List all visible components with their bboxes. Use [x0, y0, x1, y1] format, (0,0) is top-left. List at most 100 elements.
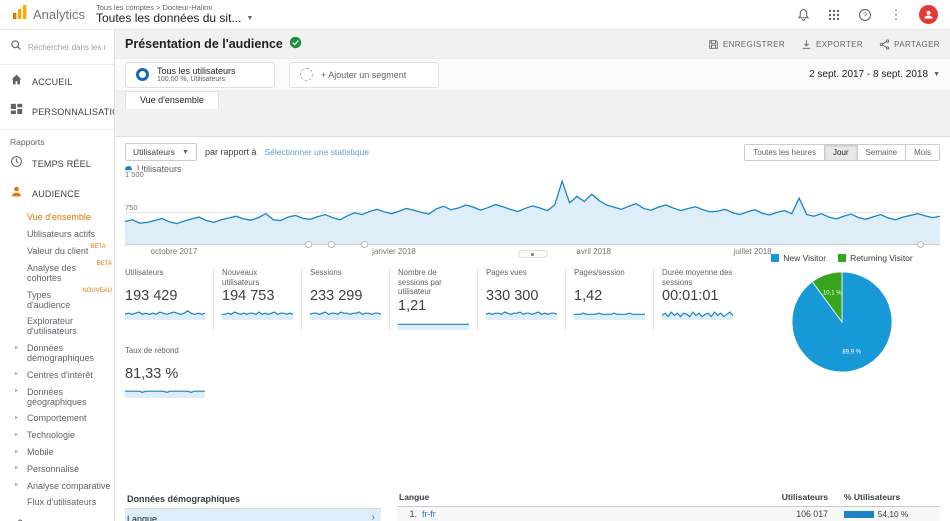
select-metric-link[interactable]: Sélectionner une statistique [265, 147, 369, 157]
segment-all-users[interactable]: Tous les utilisateurs 100,00 %, Utilisat… [125, 62, 275, 88]
verified-check-icon [289, 36, 302, 52]
sidebar-subitem[interactable]: Types d'audience NOUVEAU [27, 286, 114, 313]
more-vert-icon[interactable]: ⋮ [888, 7, 904, 23]
search-input[interactable] [28, 43, 106, 52]
metric-sparkline [125, 307, 205, 320]
col-header-language[interactable]: Langue [397, 492, 756, 502]
x-axis-label: octobre 2017 [151, 247, 198, 256]
metric-card[interactable]: Pages/session 1,42 [565, 268, 653, 330]
metric-card[interactable]: Pages vues 330 300 [477, 268, 565, 330]
sidebar-subitem[interactable]: ▸ Analyse comparative [27, 477, 114, 494]
visitor-pie-chart[interactable]: 89,9 %10,1 % [790, 270, 894, 374]
language-link[interactable]: fr-fr [422, 509, 756, 519]
pie-legend: New Visitor Returning Visitor [742, 253, 942, 263]
customization-icon [10, 103, 23, 121]
sidebar-subitem[interactable]: ▸ Mobile [27, 444, 114, 461]
apps-grid-icon[interactable] [826, 7, 842, 23]
sidebar-subitem[interactable]: Flux d'utilisateurs [27, 494, 114, 511]
legend-label: Returning Visitor [850, 253, 913, 263]
metric-sparkline [486, 307, 557, 320]
sidebar-subitem-label: Analyse des cohortes [27, 263, 95, 283]
property-selector[interactable]: Toutes les données du sit... ▼ [96, 12, 253, 25]
legend-swatch-icon [838, 254, 846, 262]
sidebar-subitem[interactable]: ▸ Données géographiques [27, 383, 114, 410]
sidebar-subitem[interactable]: Analyse des cohortes BETA [27, 259, 114, 286]
sidebar-subitem[interactable]: Vue d'ensemble [27, 209, 114, 226]
metric-card[interactable]: Sessions 233 299 [301, 268, 389, 330]
timeline-toggle[interactable] [518, 250, 548, 258]
sidebar-item-customization[interactable]: PERSONNALISATION [0, 97, 114, 127]
pct-value: 54,10 % [878, 509, 908, 519]
new-badge: BETA [90, 244, 105, 250]
pct-bar [844, 511, 874, 518]
sidebar-subitem[interactable]: Utilisateurs actifs [27, 226, 114, 243]
bell-icon[interactable] [795, 7, 811, 23]
brand[interactable]: Analytics [12, 4, 86, 25]
sidebar-item-realtime[interactable]: TEMPS RÉEL [0, 149, 114, 179]
metric-value: 1,42 [574, 288, 645, 304]
add-segment-button[interactable]: + Ajouter un segment [289, 62, 439, 88]
panel-item[interactable]: Langue› [125, 509, 381, 521]
metric-label: Taux de rebond [125, 346, 205, 365]
share-label: PARTAGER [894, 40, 940, 49]
row-number: 1. [397, 509, 417, 519]
language-table: Langue Utilisateurs % Utilisateurs 1. fr… [397, 489, 940, 521]
metric-value: 233 299 [310, 288, 381, 304]
col-header-pct-users[interactable]: % Utilisateurs [828, 492, 940, 502]
legend-label: New Visitor [783, 253, 826, 263]
metric-card[interactable]: Durée moyenne des sessions 00:01:01 [653, 268, 741, 330]
tab-overview[interactable]: Vue d'ensemble [125, 91, 219, 109]
metric-value: 193 429 [125, 288, 205, 304]
metric-sparkline [574, 307, 645, 320]
granularity-button[interactable]: Jour [824, 144, 858, 161]
granularity-button[interactable]: Toutes les heures [744, 144, 825, 161]
sidebar-subitem[interactable]: ▸ Personnalisé [27, 460, 114, 477]
sidebar-subitem[interactable]: ▸ Données démographiques [27, 340, 114, 367]
sidebar-subitem[interactable]: ▸ Technologie [27, 427, 114, 444]
metric-cards: Utilisateurs 193 429 Nouveaux utilisateu… [125, 268, 747, 414]
metric-card[interactable]: Utilisateurs 193 429 [125, 268, 213, 330]
pie-legend-item[interactable]: Returning Visitor [838, 253, 913, 263]
sidebar-subitem-label: Comportement [27, 413, 87, 423]
avatar[interactable] [919, 5, 938, 24]
axis-annotation-marker[interactable] [361, 241, 368, 248]
save-button[interactable]: ENREGISTRER [708, 39, 785, 50]
audience-submenu: Vue d'ensemble Utilisateurs actifs Valeu… [0, 209, 114, 513]
clock-icon [10, 155, 23, 173]
expand-arrow-icon: ▸ [15, 448, 18, 455]
sidebar-item-acquisition[interactable]: ACQUISITION [0, 513, 114, 521]
sidebar-search[interactable] [0, 30, 114, 62]
pie-legend-item[interactable]: New Visitor [771, 253, 826, 263]
sidebar-item-audience[interactable]: AUDIENCE [0, 179, 114, 209]
svg-text:10,1 %: 10,1 % [823, 291, 842, 297]
chevron-down-icon: ▼ [246, 15, 253, 23]
sidebar-subitem-label: Flux d'utilisateurs [27, 497, 96, 507]
analytics-logo-icon [12, 4, 28, 25]
home-icon [10, 73, 23, 91]
x-axis-label: avril 2018 [576, 247, 611, 256]
metric-card[interactable]: Nombre de sessions par utilisateur 1,21 [389, 268, 477, 330]
metric-card[interactable]: Nouveaux utilisateurs 194 753 [213, 268, 301, 330]
sidebar-subitem[interactable]: Explorateur d'utilisateurs [27, 313, 114, 340]
metric-sparkline [125, 385, 205, 398]
granularity-group: Toutes les heuresJourSemaineMois [744, 144, 940, 161]
export-button[interactable]: EXPORTER [801, 39, 863, 50]
date-range-selector[interactable]: 2 sept. 2017 - 8 sept. 2018 ▼ [809, 69, 940, 80]
sidebar-subitem[interactable]: ▸ Centres d'intérêt [27, 366, 114, 383]
granularity-button[interactable]: Semaine [857, 144, 907, 161]
product-name: Analytics [33, 7, 85, 22]
expand-arrow-icon: ▸ [15, 344, 18, 351]
metric-label: Nouveaux utilisateurs [222, 268, 293, 287]
help-icon[interactable]: ? [857, 7, 873, 23]
share-button[interactable]: PARTAGER [879, 39, 940, 50]
metric-select[interactable]: Utilisateurs ▼ [125, 143, 197, 161]
col-header-users[interactable]: Utilisateurs [756, 492, 828, 502]
granularity-button[interactable]: Mois [905, 144, 940, 161]
sidebar-subitem[interactable]: ▸ Comportement [27, 410, 114, 427]
expand-arrow-icon: ▸ [15, 370, 18, 377]
sidebar-item-home[interactable]: ACCUEIL [0, 67, 114, 97]
sidebar-subitem[interactable]: Valeur du client BETA [27, 243, 114, 260]
metric-card[interactable]: Taux de rebond 81,33 % [125, 346, 213, 398]
timeseries-chart[interactable]: 1 500 750 [125, 179, 940, 245]
table-row[interactable]: 1. fr-fr 106 017 54,10 % [397, 507, 940, 521]
